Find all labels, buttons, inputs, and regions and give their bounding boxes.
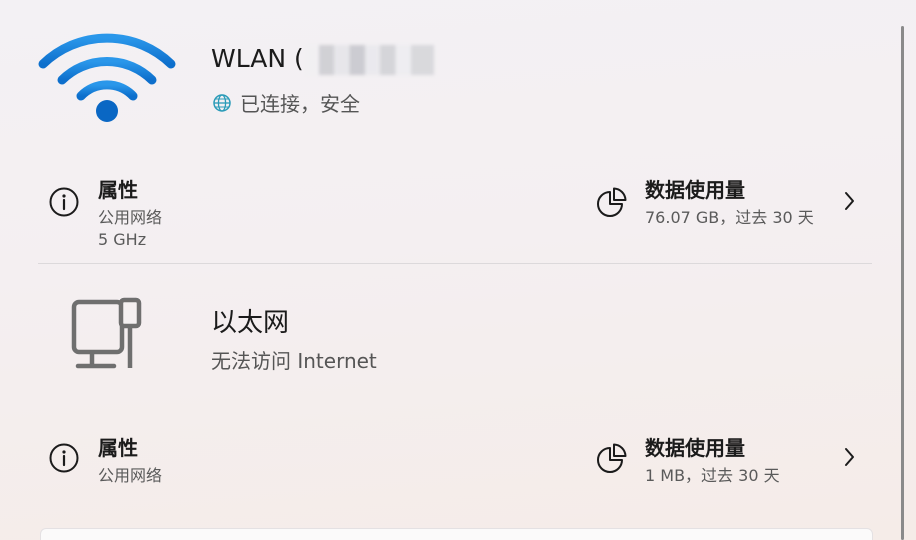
globe-icon [213, 93, 231, 112]
wlan-data-usage-value: 76.07 GB，过去 30 天 [645, 208, 814, 227]
wlan-status: 已连接，安全 [212, 88, 360, 117]
next-card [40, 528, 873, 540]
wlan-data-usage-button[interactable]: 数据使用量 76.07 GB，过去 30 天 [586, 166, 876, 236]
section-divider [38, 263, 872, 264]
ethernet-name: 以太网 [211, 308, 290, 338]
ethernet-computer-icon [71, 297, 142, 369]
ethernet-data-usage-title: 数据使用量 [645, 436, 745, 460]
wlan-network-type: 公用网络 [98, 208, 163, 227]
wlan-band: 5 GHz [98, 230, 147, 249]
ethernet-status: 无法访问 Internet [211, 349, 377, 373]
chevron-right-icon [845, 192, 854, 210]
scrollbar-thumb[interactable] [901, 26, 904, 540]
ethernet-properties-button[interactable]: 属性 公用网络 [38, 424, 478, 494]
ethernet-data-usage-value: 1 MB，过去 30 天 [645, 466, 780, 485]
info-icon [49, 443, 79, 473]
info-icon [49, 187, 79, 217]
wlan-properties-button[interactable]: 属性 公用网络 5 GHz [38, 166, 478, 258]
wifi-icon [38, 33, 176, 122]
wlan-data-usage-title: 数据使用量 [645, 178, 745, 202]
wlan-name: WLAN ( [211, 44, 434, 75]
chevron-right-icon [845, 448, 854, 466]
pie-chart-icon [597, 443, 627, 473]
ethernet-data-usage-button[interactable]: 数据使用量 1 MB，过去 30 天 [586, 424, 876, 494]
redacted-text [305, 45, 434, 75]
wlan-status-text: 已连接，安全 [240, 92, 360, 116]
pie-chart-icon [597, 187, 627, 217]
ethernet-network-type: 公用网络 [98, 466, 163, 485]
wlan-properties-title: 属性 [98, 178, 138, 202]
ethernet-properties-title: 属性 [98, 436, 138, 460]
